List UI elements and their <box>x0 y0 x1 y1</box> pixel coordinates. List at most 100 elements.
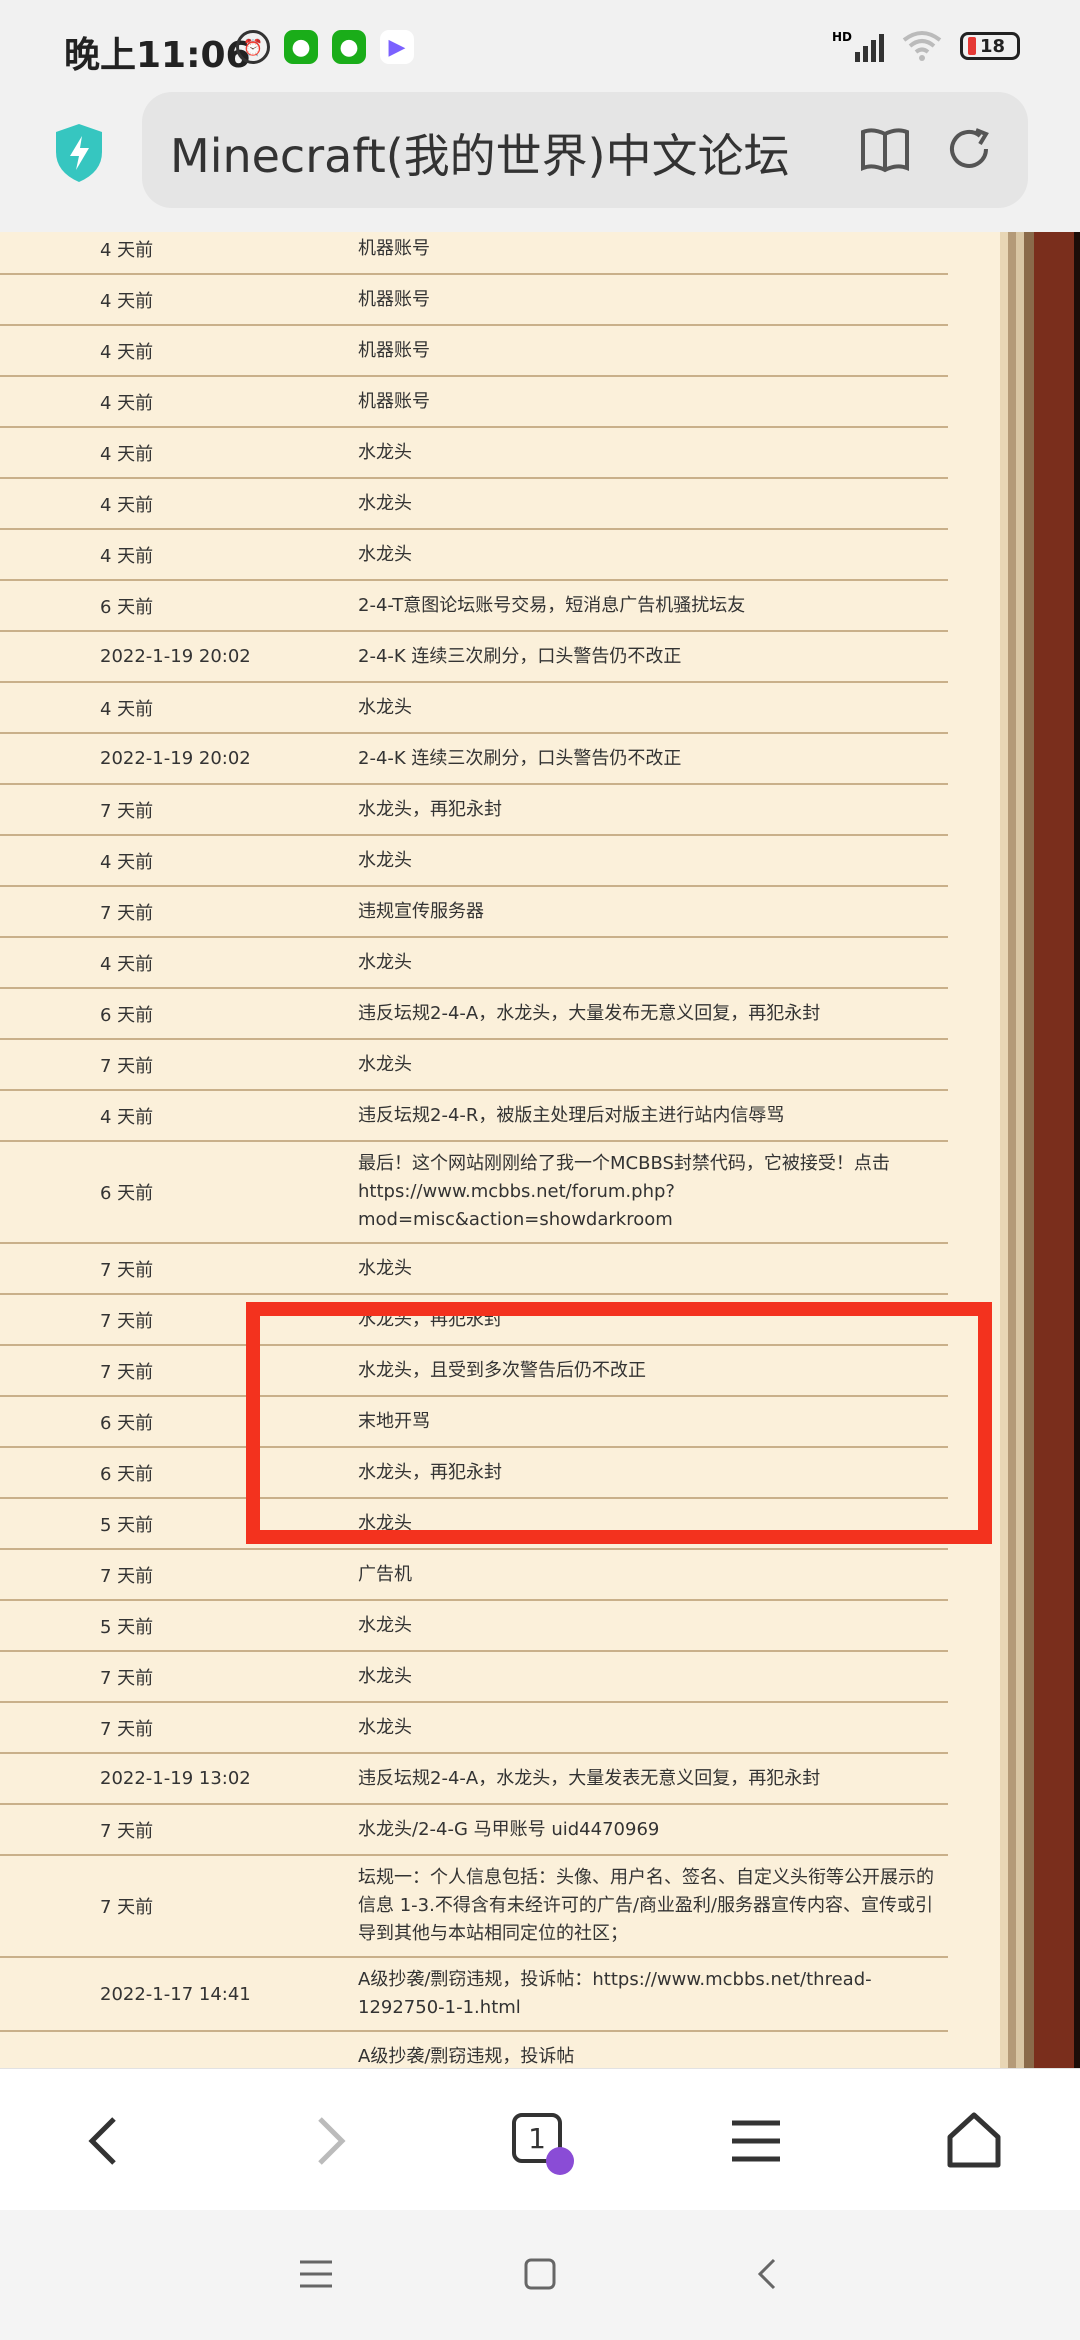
row-time: 7 天前 <box>100 800 154 822</box>
row-reason: 水龙头，再犯永封 <box>358 798 502 820</box>
row-time: 7 天前 <box>100 1718 154 1740</box>
tabs-button[interactable]: 1 <box>508 2109 574 2175</box>
table-row: 7 天前 水龙头，且受到多次警告后仍不改正 <box>0 1346 948 1397</box>
alarm-icon: ⏰ <box>236 30 270 64</box>
page-border-decoration <box>1000 232 1080 2068</box>
table-row: 4 天前 水龙头 <box>0 683 948 734</box>
table-row: A级抄袭/剽窃违规，投诉帖 <box>0 2032 948 2068</box>
table-row: 7 天前 坛规一：个人信息包括：头像、用户名、签名、自定义头衔等公开展示的信息 1… <box>0 1856 948 1958</box>
row-time: 2022-1-19 20:02 <box>100 646 251 667</box>
status-bar: 晚上11:06 ⏰ ● ● ▶ HD 18 <box>0 0 1080 92</box>
row-reason: 水龙头 <box>358 492 412 514</box>
row-time: 6 天前 <box>100 1004 154 1026</box>
row-reason: 违反坛规2-4-A，水龙头，大量发表无意义回复，再犯永封 <box>358 1767 821 1789</box>
row-reason: A级抄袭/剽窃违规，投诉帖：https://www.mcbbs.net/thre… <box>358 1969 872 2018</box>
row-reason: 水龙头 <box>358 1257 412 1279</box>
row-time: 5 天前 <box>100 1616 154 1638</box>
row-time: 4 天前 <box>100 851 154 873</box>
row-time: 4 天前 <box>100 1106 154 1128</box>
table-row: 2022-1-19 20:02 2-4-K 连续三次刷分，口头警告仍不改正 <box>0 734 948 785</box>
row-time: 5 天前 <box>100 1514 154 1536</box>
row-time: 2022-1-19 13:02 <box>100 1768 251 1789</box>
incognito-icon <box>546 2147 574 2175</box>
row-time: 6 天前 <box>100 596 154 618</box>
shield-icon[interactable] <box>52 122 106 184</box>
browser-bottom-nav: 1 <box>0 2068 1080 2211</box>
row-time: 7 天前 <box>100 1361 154 1383</box>
row-reason: 广告机 <box>358 1563 412 1585</box>
table-row: 4 天前 水龙头 <box>0 479 948 530</box>
table-row: 7 天前 水龙头 <box>0 1652 948 1703</box>
row-reason: 机器账号 <box>358 288 430 310</box>
table-row: 2022-1-17 14:41 A级抄袭/剽窃违规，投诉帖：https://www… <box>0 1958 948 2032</box>
notification-icons: ⏰ ● ● ▶ <box>236 30 414 64</box>
battery-level: 18 <box>980 35 1006 57</box>
row-reason: 机器账号 <box>358 339 430 361</box>
table-row: 5 天前 水龙头 <box>0 1601 948 1652</box>
row-reason: 2-4-K 连续三次刷分，口头警告仍不改正 <box>358 645 682 667</box>
battery-icon: 18 <box>960 32 1020 60</box>
table-row: 2022-1-19 20:02 2-4-K 连续三次刷分，口头警告仍不改正 <box>0 632 948 683</box>
table-row: 5 天前 水龙头 <box>0 1499 948 1550</box>
system-back-icon[interactable] <box>752 2256 782 2292</box>
recent-apps-icon[interactable] <box>296 2256 336 2292</box>
forward-icon[interactable] <box>296 2109 360 2173</box>
row-time: 4 天前 <box>100 443 154 465</box>
table-row: 4 天前 违反坛规2-4-R，被版主处理后对版主进行站内信辱骂 <box>0 1091 948 1142</box>
reload-icon[interactable] <box>942 122 996 176</box>
network-label: HD <box>831 30 852 44</box>
table-row: 2022-1-19 13:02 违反坛规2-4-A，水龙头，大量发表无意义回复，再… <box>0 1754 948 1805</box>
row-time: 7 天前 <box>100 1565 154 1587</box>
page-content[interactable]: 4 天前 机器账号 4 天前 机器账号 4 天前 机器账号 4 天前 机器账号 4 天前 水龙头 4… <box>0 232 1080 2068</box>
table-row: 7 天前 水龙头/2-4-G 马甲账号 uid4470969 <box>0 1805 948 1856</box>
row-reason: 坛规一：个人信息包括：头像、用户名、签名、自定义头衔等公开展示的信息 1-3.不… <box>358 1867 934 1944</box>
table-row: 6 天前 水龙头，再犯永封 <box>0 1448 948 1499</box>
table-row: 7 天前 水龙头 <box>0 1244 948 1295</box>
row-time: 7 天前 <box>100 1259 154 1281</box>
table-row: 7 天前 水龙头 <box>0 1703 948 1754</box>
table-row: 6 天前 违反坛规2-4-A，水龙头，大量发布无意义回复，再犯永封 <box>0 989 948 1040</box>
play-icon: ▶ <box>380 30 414 64</box>
reader-mode-icon[interactable] <box>858 122 912 176</box>
row-time: 7 天前 <box>100 902 154 924</box>
wechat-icon-2: ● <box>332 30 366 64</box>
row-reason: 末地开骂 <box>358 1410 430 1432</box>
row-reason: 水龙头 <box>358 1716 412 1738</box>
table-row: 7 天前 违规宣传服务器 <box>0 887 948 938</box>
page-title[interactable]: Minecraft(我的世界)中文论坛 <box>170 120 810 186</box>
wechat-icon: ● <box>284 30 318 64</box>
row-time: 2022-1-17 14:41 <box>100 1983 251 2005</box>
table-row: 4 天前 机器账号 <box>0 326 948 377</box>
system-home-icon[interactable] <box>522 2256 558 2292</box>
row-time: 7 天前 <box>100 1667 154 1689</box>
row-time: 7 天前 <box>100 1820 154 1842</box>
home-icon[interactable] <box>942 2109 1006 2173</box>
table-row: 7 天前 水龙头，再犯永封 <box>0 1295 948 1346</box>
row-time: 7 天前 <box>100 1310 154 1332</box>
back-icon[interactable] <box>74 2109 138 2173</box>
row-reason: 机器账号 <box>358 390 430 412</box>
row-time: 2022-1-19 20:02 <box>100 748 251 769</box>
address-bar[interactable]: Minecraft(我的世界)中文论坛 <box>142 92 1028 208</box>
row-reason: 水龙头 <box>358 543 412 565</box>
table-row: 4 天前 机器账号 <box>0 232 948 275</box>
row-reason: 水龙头，再犯永封 <box>358 1308 502 1330</box>
row-reason: 机器账号 <box>358 237 430 259</box>
row-time: 6 天前 <box>100 1412 154 1434</box>
row-time: 6 天前 <box>100 1463 154 1485</box>
row-reason: 水龙头 <box>358 441 412 463</box>
row-reason: 2-4-K 连续三次刷分，口头警告仍不改正 <box>358 747 682 769</box>
table-row: 4 天前 水龙头 <box>0 530 948 581</box>
row-reason: 水龙头 <box>358 696 412 718</box>
menu-icon[interactable] <box>724 2109 788 2173</box>
table-row: 7 天前 水龙头 <box>0 1040 948 1091</box>
table-row: 4 天前 水龙头 <box>0 938 948 989</box>
row-time: 7 天前 <box>100 1897 154 1918</box>
row-reason: 水龙头/2-4-G 马甲账号 uid4470969 <box>358 1818 660 1840</box>
row-reason: 水龙头 <box>358 1665 412 1687</box>
table-row: 4 天前 机器账号 <box>0 275 948 326</box>
row-reason: 违反坛规2-4-R，被版主处理后对版主进行站内信辱骂 <box>358 1104 785 1126</box>
row-reason: 违反坛规2-4-A，水龙头，大量发布无意义回复，再犯永封 <box>358 1002 821 1024</box>
status-time: 晚上11:06 <box>64 35 251 76</box>
table-row: 7 天前 广告机 <box>0 1550 948 1601</box>
